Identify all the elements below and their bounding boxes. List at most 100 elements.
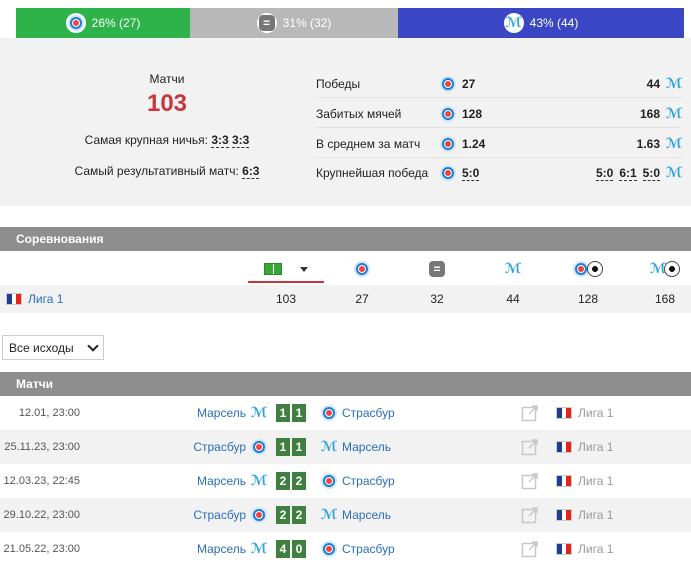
marseille-logo-icon: ℳ [503, 13, 524, 33]
france-flag-icon [556, 543, 572, 555]
france-flag-icon [556, 509, 572, 521]
match-row[interactable]: 25.11.23, 23:00 Страсбур 1 1 ℳ Марсель Лига 1 [0, 430, 691, 464]
summary-panel: Матчи 103 Самая крупная ничья: 3:3 3:3 С… [0, 38, 691, 206]
football-icon [664, 261, 680, 277]
league-name: Лига 1 [578, 440, 614, 454]
away-score: 2 [292, 506, 306, 524]
external-link-icon[interactable] [521, 404, 539, 422]
most-goals-label: Самый результативный матч: [74, 164, 239, 178]
biggest-draw-link-2[interactable]: 3:3 [232, 133, 250, 148]
strasbourg-icon [440, 75, 456, 92]
biggest-draw-label: Самая крупная ничья: [84, 133, 208, 147]
strasbourg-icon [251, 439, 267, 455]
match-date: 25.11.23, 23:00 [4, 441, 80, 453]
competition-link[interactable]: Лига 1 [6, 285, 63, 313]
france-flag-icon [556, 407, 572, 419]
stat-right-value: 1.63 [636, 136, 660, 151]
home-team-link[interactable]: Страсбур [193, 439, 267, 455]
match-row[interactable]: 21.05.22, 23:00 Марсель ℳ 4 0 Страсбур Лига 1 [0, 532, 691, 566]
external-link-icon[interactable] [521, 438, 539, 456]
match-score[interactable]: 11 [276, 404, 306, 422]
strasbourg-icon [440, 135, 456, 152]
home-score: 2 [276, 472, 290, 490]
competition-goals-home: 128 [577, 292, 599, 306]
most-goals-link[interactable]: 6:3 [242, 164, 260, 179]
home-team-name: Страсбур [193, 508, 246, 522]
home-score: 4 [276, 540, 290, 558]
matches-caption: Матчи [149, 72, 185, 86]
matches-total: 103 [146, 90, 188, 117]
marseille-icon: ℳ [320, 439, 338, 455]
biggest-draw-link-1[interactable]: 3:3 [211, 133, 229, 148]
home-team-link[interactable]: Марсель ℳ [197, 405, 267, 421]
strasbourg-icon [440, 165, 456, 181]
external-link-icon[interactable] [521, 540, 539, 558]
stat-left-value: 27 [462, 76, 476, 91]
league-name: Лига 1 [578, 542, 614, 556]
external-link-icon[interactable] [521, 472, 539, 490]
competition-row: Лига 1 103 27 32 44 128 168 [0, 285, 691, 313]
stat-left-value: 1.24 [462, 136, 486, 151]
sort-wins-column[interactable] [330, 253, 394, 285]
sort-desc-icon [300, 266, 308, 272]
match-score[interactable]: 22 [276, 472, 306, 490]
away-team-name: Марсель [342, 440, 392, 454]
external-link-icon[interactable] [521, 506, 539, 524]
match-score[interactable]: 11 [276, 438, 306, 456]
match-score[interactable]: 22 [276, 506, 306, 524]
competition-total: 103 [275, 292, 297, 306]
strasbourg-icon [321, 541, 337, 557]
marseille-icon: ℳ [665, 105, 683, 122]
biggest-win-right-link-1[interactable]: 5:0 [595, 166, 614, 181]
losses-segment[interactable]: ℳ 43% (44) [398, 8, 684, 38]
outcome-filter-select[interactable]: Все исходы [2, 335, 104, 360]
home-team-link[interactable]: Марсель ℳ [197, 541, 267, 557]
away-team-link[interactable]: Страсбур [321, 541, 395, 557]
home-score: 2 [276, 506, 290, 524]
marseille-icon: ℳ [320, 507, 338, 523]
strasbourg-icon [321, 473, 337, 489]
marseille-icon: ℳ [665, 165, 683, 181]
away-team-link[interactable]: ℳ Марсель [321, 439, 391, 455]
sort-losses-column[interactable]: ℳ [481, 253, 545, 285]
home-team-name: Страсбур [193, 440, 246, 454]
marseille-icon: ℳ [665, 135, 683, 152]
marseille-icon: ℳ [665, 75, 683, 92]
away-score: 2 [292, 472, 306, 490]
match-league: Лига 1 [556, 474, 613, 488]
biggest-draw: Самая крупная ничья: 3:3 3:3 [0, 133, 334, 148]
biggest-win-left-link[interactable]: 5:0 [462, 166, 480, 181]
away-team-name: Страсбур [342, 406, 395, 420]
france-flag-icon [556, 441, 572, 453]
home-team-link[interactable]: Страсбур [193, 507, 267, 523]
sort-goals-away-column[interactable]: ℳ [633, 253, 691, 285]
draws-segment[interactable]: = 31% (32) [190, 8, 398, 38]
sort-draws-column[interactable]: = [405, 253, 469, 285]
away-score: 0 [292, 540, 306, 558]
stat-label: Забитых мячей [316, 106, 402, 121]
biggest-win-right-link-3[interactable]: 5:0 [642, 166, 660, 181]
sort-goals-home-column[interactable] [556, 253, 620, 285]
match-row[interactable]: 12.01, 23:00 Марсель ℳ 1 1 Страсбур Лига 1 [0, 396, 691, 430]
active-sort-indicator [248, 281, 324, 283]
losses-label: 43% (44) [529, 16, 579, 30]
strasbourg-icon [354, 261, 370, 277]
stat-row-average: В среднем за матч 1.24 1.63 ℳ [316, 130, 682, 158]
home-team-link[interactable]: Марсель ℳ [197, 473, 267, 489]
biggest-win-right-link-2[interactable]: 6:1 [619, 166, 637, 181]
away-team-link[interactable]: ℳ Марсель [321, 507, 391, 523]
wins-segment[interactable]: 26% (27) [16, 8, 190, 38]
match-league: Лига 1 [556, 542, 613, 556]
match-score[interactable]: 40 [276, 540, 306, 558]
match-row[interactable]: 29.10.22, 23:00 Страсбур 2 2 ℳ Марсель Лига 1 [0, 498, 691, 532]
home-team-name: Марсель [196, 474, 246, 488]
match-date: 21.05.22, 23:00 [3, 543, 80, 555]
strasbourg-icon [321, 405, 337, 421]
draw-icon: = [429, 261, 445, 277]
match-row[interactable]: 12.03.23, 22:45 Марсель ℳ 2 2 Страсбур Лига 1 [0, 464, 691, 498]
stat-label: Крупнейшая победа [316, 166, 429, 180]
away-team-link[interactable]: Страсбур [321, 405, 395, 421]
away-team-link[interactable]: Страсбур [321, 473, 395, 489]
stat-label: В среднем за матч [316, 136, 421, 151]
league-name: Лига 1 [578, 474, 614, 488]
